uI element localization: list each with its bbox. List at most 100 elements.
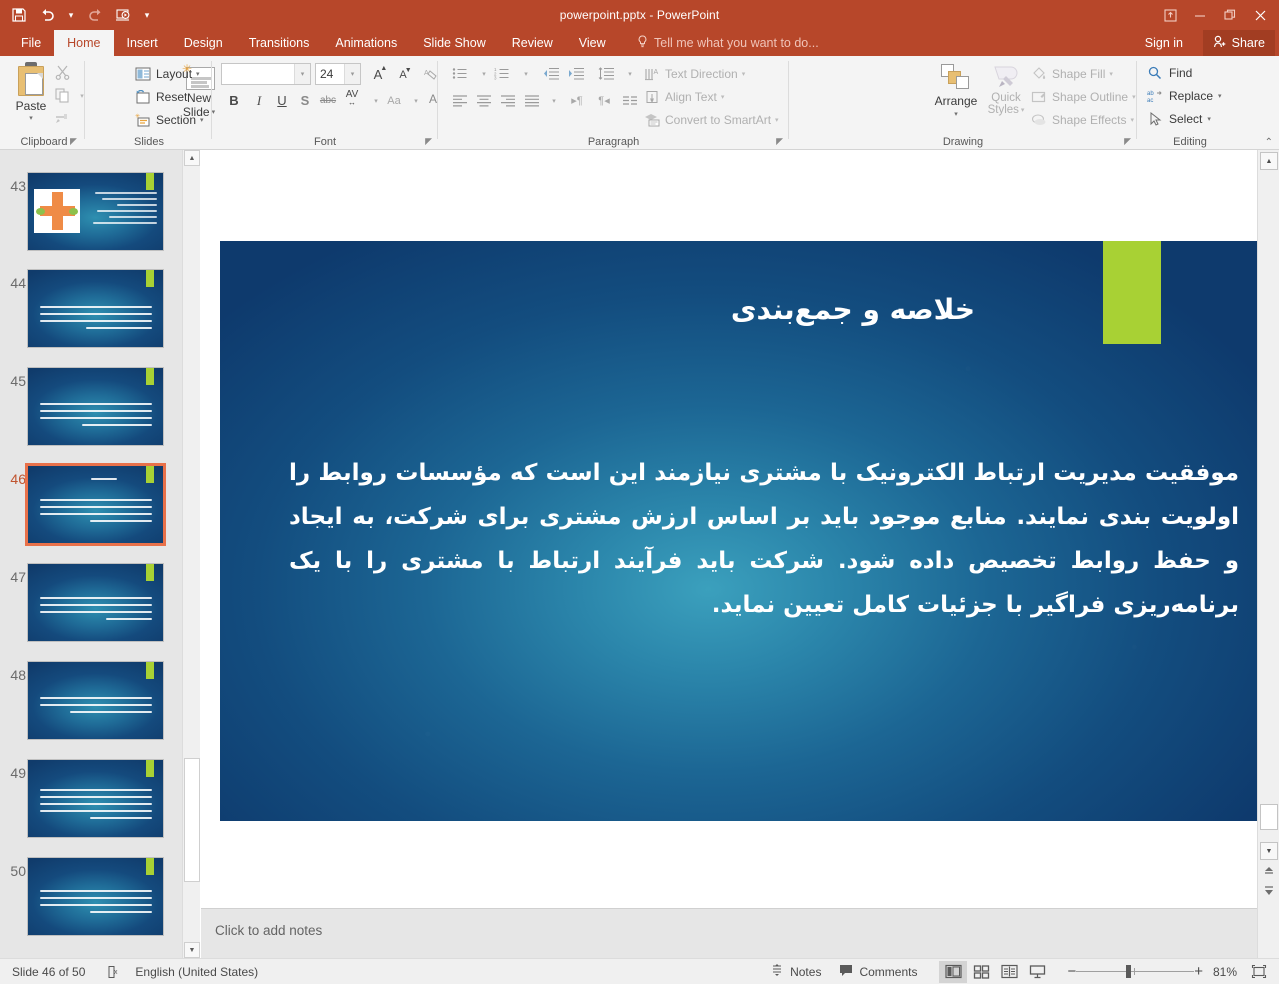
increase-font-size-button[interactable]: A ▲ — [365, 63, 391, 86]
quick-styles-dropdown-icon[interactable]: ▾ — [1021, 106, 1025, 114]
tab-home[interactable]: Home — [54, 30, 114, 56]
text-direction-button[interactable]: A Text Direction ▾ — [643, 62, 745, 85]
tab-insert[interactable]: Insert — [114, 30, 171, 56]
tab-transitions[interactable]: Transitions — [236, 30, 323, 56]
numbering-dropdown-icon[interactable]: ▾ — [513, 62, 539, 85]
list-item[interactable]: 43 — [0, 172, 182, 270]
left-to-right-icon[interactable]: ▸¶ — [564, 89, 590, 112]
zoom-slider-handle[interactable] — [1126, 965, 1132, 978]
layout-button[interactable]: Layout ▾ — [134, 62, 200, 85]
slide-title[interactable]: خلاصه و جمع‌بندی — [593, 293, 1113, 326]
slides-thumbnail-pane[interactable]: 43 44 45 46 47 48 49 50 — [0, 150, 182, 958]
strikethrough-button[interactable]: abc — [315, 89, 341, 112]
zoom-in-button[interactable]: + — [1194, 963, 1203, 980]
character-spacing-button[interactable]: AV ↔ — [339, 87, 365, 110]
line-spacing-icon[interactable] — [593, 62, 619, 85]
numbering-icon[interactable]: 123 — [489, 62, 515, 85]
list-item[interactable]: 48 — [0, 661, 182, 759]
bullets-icon[interactable] — [447, 62, 473, 85]
reading-view-button[interactable] — [995, 961, 1023, 983]
thumbnail-pane-scrollbar[interactable]: ▲ ▼ — [182, 150, 200, 958]
paragraph-dialog-launcher[interactable]: ◤ — [776, 136, 783, 147]
slide-show-button[interactable] — [1023, 961, 1051, 983]
align-right-icon[interactable] — [495, 89, 521, 112]
font-name-combo[interactable]: ▾ — [221, 63, 311, 85]
shape-outline-button[interactable]: Shape Outline ▾ — [1030, 85, 1136, 108]
font-name-dropdown-icon[interactable]: ▾ — [294, 64, 310, 84]
increase-indent-icon[interactable] — [563, 62, 589, 85]
spell-check-icon[interactable]: x — [107, 965, 121, 979]
clipboard-dialog-launcher[interactable]: ◤ — [70, 136, 77, 147]
scroll-down-icon[interactable]: ▼ — [1260, 842, 1278, 860]
zoom-slider[interactable] — [1076, 965, 1195, 979]
previous-slide-icon[interactable] — [1260, 862, 1278, 880]
sign-in-button[interactable]: Sign in — [1145, 30, 1183, 56]
notes-pane[interactable]: Click to add notes — [201, 909, 1257, 958]
shape-fill-dropdown-icon[interactable]: ▾ — [1109, 70, 1113, 78]
thumbnail-slide-47[interactable] — [27, 563, 164, 642]
normal-view-button[interactable] — [939, 960, 968, 983]
scroll-down-icon[interactable]: ▼ — [184, 942, 200, 958]
thumbnail-slide-46[interactable] — [25, 463, 166, 546]
shape-effects-button[interactable]: Shape Effects ▾ — [1030, 108, 1134, 131]
minimize-button[interactable] — [1185, 2, 1215, 28]
scrollbar-thumb[interactable] — [184, 758, 200, 882]
slide-body-text[interactable]: موفقیت مدیریت ارتباط الکترونیک با مشتری … — [289, 451, 1239, 628]
paste-button[interactable]: Paste ▾ — [8, 60, 54, 134]
list-item[interactable]: 44 — [0, 269, 182, 367]
fit-slide-to-window-button[interactable] — [1245, 961, 1273, 983]
drawing-dialog-launcher[interactable]: ◤ — [1124, 136, 1131, 147]
section-dropdown-icon[interactable]: ▾ — [200, 116, 204, 124]
quick-styles-button[interactable]: Quick Styles ▾ — [980, 60, 1032, 134]
current-slide[interactable]: خلاصه و جمع‌بندی موفقیت مدیریت ارتباط ال… — [220, 241, 1259, 821]
font-size-dropdown-icon[interactable]: ▾ — [344, 64, 360, 84]
collapse-ribbon-icon[interactable]: ⌃ — [1265, 137, 1273, 148]
scrollbar-thumb[interactable] — [1260, 804, 1278, 830]
list-item[interactable]: 50 — [0, 857, 182, 955]
list-item[interactable]: 45 — [0, 367, 182, 465]
align-text-button[interactable]: Align Text ▾ — [643, 85, 724, 108]
align-text-dropdown-icon[interactable]: ▾ — [721, 93, 725, 101]
align-center-icon[interactable] — [471, 89, 497, 112]
select-button[interactable]: Select ▾ — [1146, 108, 1211, 130]
paste-dropdown-icon[interactable]: ▾ — [29, 114, 33, 122]
line-spacing-dropdown-icon[interactable]: ▾ — [617, 62, 643, 85]
tab-review[interactable]: Review — [499, 30, 566, 56]
scroll-up-icon[interactable]: ▲ — [1260, 152, 1278, 170]
tell-me-search[interactable]: Tell me what you want to do... — [637, 30, 819, 56]
convert-smartart-dropdown-icon[interactable]: ▾ — [775, 116, 779, 124]
thumbnail-slide-50[interactable] — [27, 857, 164, 936]
tab-view[interactable]: View — [566, 30, 619, 56]
tab-file[interactable]: File — [8, 30, 54, 56]
list-item[interactable]: 49 — [0, 759, 182, 857]
slide-sorter-view-button[interactable] — [967, 961, 995, 983]
ribbon-display-options-icon[interactable] — [1155, 2, 1185, 28]
restore-button[interactable] — [1215, 2, 1245, 28]
shape-fill-button[interactable]: Shape Fill ▾ — [1030, 62, 1113, 85]
layout-dropdown-icon[interactable]: ▾ — [196, 70, 200, 78]
tab-animations[interactable]: Animations — [322, 30, 410, 56]
decrease-font-size-button[interactable]: A ▼ — [390, 63, 416, 86]
language-indicator[interactable]: English (United States) — [135, 965, 258, 979]
thumbnail-slide-43[interactable] — [27, 172, 164, 251]
notes-button[interactable]: Notes — [770, 963, 821, 980]
thumbnail-slide-49[interactable] — [27, 759, 164, 838]
right-to-left-icon[interactable]: ¶◂ — [591, 89, 617, 112]
format-painter-icon[interactable] — [50, 106, 74, 129]
thumbnail-slide-45[interactable] — [27, 367, 164, 446]
zoom-level[interactable]: 81% — [1203, 965, 1237, 979]
next-slide-icon[interactable] — [1260, 882, 1278, 900]
tab-slide-show[interactable]: Slide Show — [410, 30, 499, 56]
convert-to-smartart-button[interactable]: Convert to SmartArt ▾ — [643, 108, 779, 131]
select-dropdown-icon[interactable]: ▾ — [1207, 115, 1211, 123]
thumbnail-slide-48[interactable] — [27, 661, 164, 740]
zoom-out-button[interactable]: − — [1067, 963, 1076, 980]
reset-button[interactable]: Reset — [134, 85, 187, 108]
decrease-indent-icon[interactable] — [538, 62, 564, 85]
section-button[interactable]: ✳ Section ▾ — [134, 108, 204, 131]
bold-button[interactable]: B — [221, 89, 247, 112]
replace-dropdown-icon[interactable]: ▾ — [1218, 92, 1222, 100]
replace-button[interactable]: ab ac Replace ▾ — [1146, 85, 1222, 107]
align-left-icon[interactable] — [447, 89, 473, 112]
scroll-up-icon[interactable]: ▲ — [184, 150, 200, 166]
